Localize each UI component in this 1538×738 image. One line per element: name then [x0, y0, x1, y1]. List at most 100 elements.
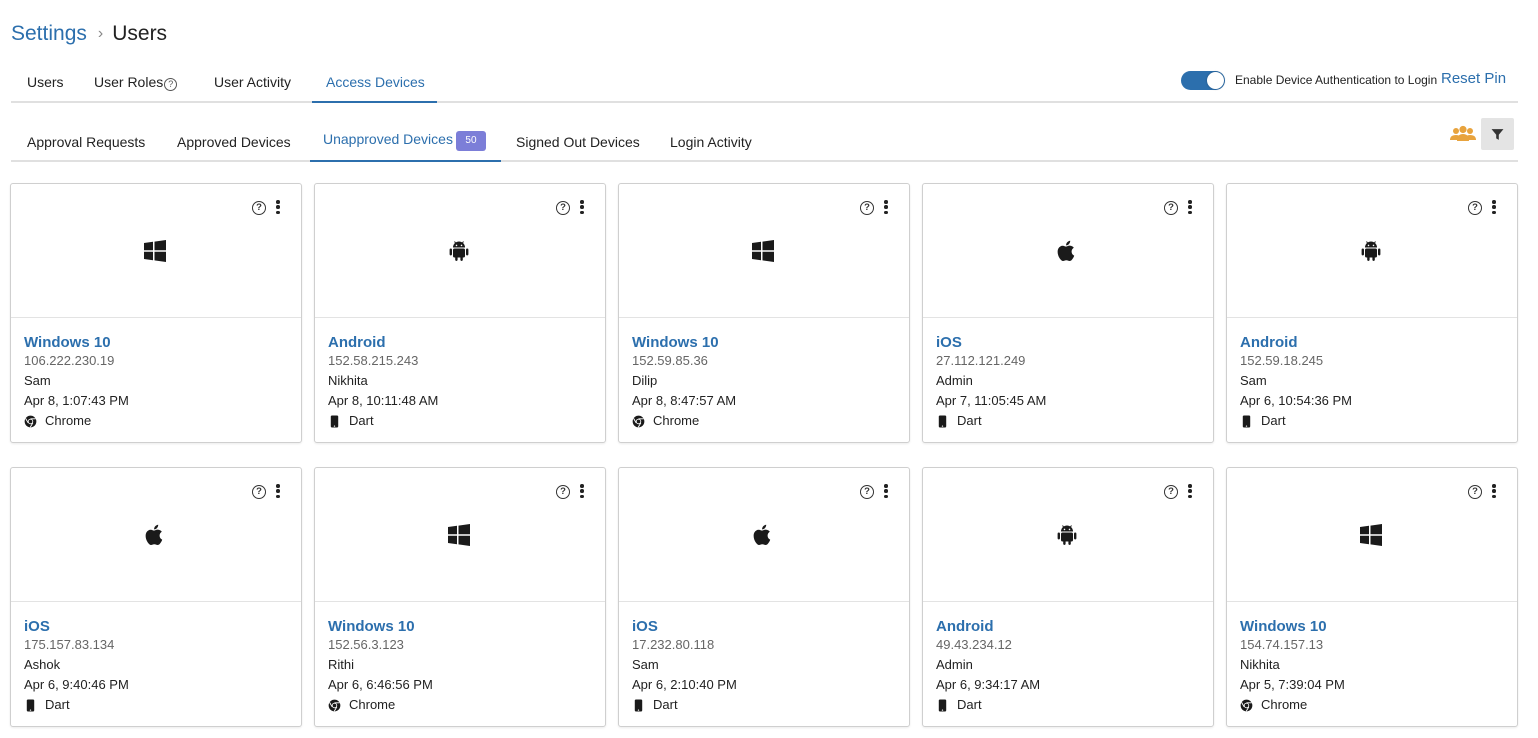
device-auth-label: Enable Device Authentication to Login — [1235, 73, 1438, 87]
filter-icon — [1491, 128, 1504, 140]
card-body: iOS 17.232.80.118 Sam Apr 6, 2:10:40 PM … — [619, 602, 909, 714]
device-os-name[interactable]: Windows 10 — [24, 333, 288, 352]
help-icon[interactable]: ? — [556, 485, 570, 499]
device-os-name[interactable]: Windows 10 — [632, 333, 896, 352]
card-body: Windows 10 152.59.85.36 Dilip Apr 8, 8:4… — [619, 318, 909, 430]
more-vertical-icon[interactable] — [1187, 200, 1193, 216]
help-icon[interactable]: ? — [252, 201, 266, 215]
tab-approval-requests[interactable]: Approval Requests — [27, 122, 145, 162]
more-vertical-icon[interactable] — [883, 200, 889, 216]
users-group-icon[interactable] — [1449, 124, 1477, 144]
help-icon[interactable]: ? — [252, 485, 266, 499]
device-user: Sam — [1240, 373, 1267, 388]
android-icon — [1054, 522, 1080, 548]
tab-approved-devices[interactable]: Approved Devices — [177, 122, 291, 162]
filter-button[interactable] — [1481, 118, 1514, 150]
help-icon[interactable]: ? — [556, 201, 570, 215]
tab-unapproved-devices[interactable]: Unapproved Devices 50 — [310, 122, 501, 162]
device-os-name[interactable]: iOS — [936, 333, 1200, 352]
device-auth-toggle[interactable] — [1181, 71, 1225, 90]
device-os-name[interactable]: Windows 10 — [1240, 617, 1504, 636]
device-client-name: Dart — [1261, 413, 1286, 428]
device-client-name: Chrome — [653, 413, 700, 428]
card-header: ? — [315, 184, 605, 318]
chrome-icon — [24, 414, 37, 428]
mobile-icon — [936, 698, 949, 712]
more-vertical-icon[interactable] — [883, 484, 889, 500]
card-body: Windows 10 152.56.3.123 Rithi Apr 6, 6:4… — [315, 602, 605, 714]
device-ip: 154.74.157.13 — [1240, 637, 1324, 652]
page-title: Users — [112, 22, 168, 45]
more-vertical-icon[interactable] — [1187, 484, 1193, 500]
help-icon[interactable]: ? — [1468, 485, 1482, 499]
more-vertical-icon[interactable] — [1491, 484, 1497, 500]
tab-user-activity[interactable]: User Activity — [214, 62, 291, 103]
device-os-name[interactable]: Android — [328, 333, 592, 352]
mobile-icon — [24, 698, 37, 712]
apple-icon — [1054, 238, 1080, 264]
tab-login-activity[interactable]: Login Activity — [670, 122, 752, 162]
device-date: Apr 6, 6:46:56 PM — [328, 677, 433, 692]
device-card[interactable]: ? iOS 27.112.121.249 Admin Apr 7, 11:05:… — [922, 183, 1214, 443]
card-body: Android 152.58.215.243 Nikhita Apr 8, 10… — [315, 318, 605, 430]
card-header: ? — [619, 468, 909, 602]
help-icon[interactable]: ? — [1164, 485, 1178, 499]
help-icon[interactable]: ? — [164, 78, 178, 91]
device-os-name[interactable]: Android — [1240, 333, 1504, 352]
device-date: Apr 8, 1:07:43 PM — [24, 393, 129, 408]
device-client-name: Dart — [45, 697, 70, 712]
card-body: Android 49.43.234.12 Admin Apr 6, 9:34:1… — [923, 602, 1213, 714]
device-grid: ? Windows 10 106.222.230.19 Sam Apr 8, 1… — [10, 183, 1518, 727]
help-icon[interactable]: ? — [860, 201, 874, 215]
tab-user-roles[interactable]: User Roles? — [94, 62, 178, 103]
more-vertical-icon[interactable] — [579, 200, 585, 216]
device-ip: 152.58.215.243 — [328, 353, 419, 368]
tab-signed-out-devices[interactable]: Signed Out Devices — [516, 122, 640, 162]
device-ip: 17.232.80.118 — [632, 637, 715, 652]
windows-icon — [750, 238, 776, 264]
mobile-icon — [328, 414, 341, 428]
device-client-name: Dart — [653, 697, 678, 712]
device-os-name[interactable]: iOS — [632, 617, 896, 636]
device-card[interactable]: ? Windows 10 152.59.85.36 Dilip Apr 8, 8… — [618, 183, 910, 443]
chevron-right-icon: › — [97, 25, 104, 42]
device-client: Chrome — [24, 411, 288, 430]
reset-pin-link[interactable]: Reset Pin — [1441, 70, 1506, 87]
device-date: Apr 8, 10:11:48 AM — [328, 393, 439, 408]
help-icon[interactable]: ? — [860, 485, 874, 499]
windows-icon — [446, 522, 472, 548]
device-client: Dart — [936, 411, 1200, 430]
device-card[interactable]: ? Android 152.59.18.245 Sam Apr 6, 10:54… — [1226, 183, 1518, 443]
device-client-name: Chrome — [1261, 697, 1308, 712]
chrome-icon — [632, 414, 645, 428]
device-os-name[interactable]: iOS — [24, 617, 288, 636]
device-card[interactable]: ? Android 49.43.234.12 Admin Apr 6, 9:34… — [922, 467, 1214, 727]
more-vertical-icon[interactable] — [579, 484, 585, 500]
tab-access-devices[interactable]: Access Devices — [312, 62, 437, 103]
device-os-name[interactable]: Android — [936, 617, 1200, 636]
more-vertical-icon[interactable] — [1491, 200, 1497, 216]
device-ip: 27.112.121.249 — [936, 353, 1026, 368]
device-card[interactable]: ? Windows 10 152.56.3.123 Rithi Apr 6, 6… — [314, 467, 606, 727]
device-card[interactable]: ? Windows 10 106.222.230.19 Sam Apr 8, 1… — [10, 183, 302, 443]
device-card[interactable]: ? Android 152.58.215.243 Nikhita Apr 8, … — [314, 183, 606, 443]
device-client: Dart — [24, 695, 288, 714]
mobile-icon — [1240, 414, 1253, 428]
mobile-icon — [936, 414, 949, 428]
device-card[interactable]: ? iOS 175.157.83.134 Ashok Apr 6, 9:40:4… — [10, 467, 302, 727]
device-card[interactable]: ? iOS 17.232.80.118 Sam Apr 6, 2:10:40 P… — [618, 467, 910, 727]
mobile-icon — [632, 698, 645, 712]
card-header: ? — [619, 184, 909, 318]
device-os-name[interactable]: Windows 10 — [328, 617, 592, 636]
more-vertical-icon[interactable] — [275, 484, 281, 500]
card-body: iOS 27.112.121.249 Admin Apr 7, 11:05:45… — [923, 318, 1213, 430]
tab-users[interactable]: Users — [27, 62, 64, 103]
more-vertical-icon[interactable] — [275, 200, 281, 216]
help-icon[interactable]: ? — [1468, 201, 1482, 215]
device-card[interactable]: ? Windows 10 154.74.157.13 Nikhita Apr 5… — [1226, 467, 1518, 727]
card-header: ? — [1227, 468, 1517, 602]
android-icon — [1358, 238, 1384, 264]
help-icon[interactable]: ? — [1164, 201, 1178, 215]
device-date: Apr 6, 2:10:40 PM — [632, 677, 737, 692]
breadcrumb-settings-link[interactable]: Settings — [11, 22, 87, 46]
